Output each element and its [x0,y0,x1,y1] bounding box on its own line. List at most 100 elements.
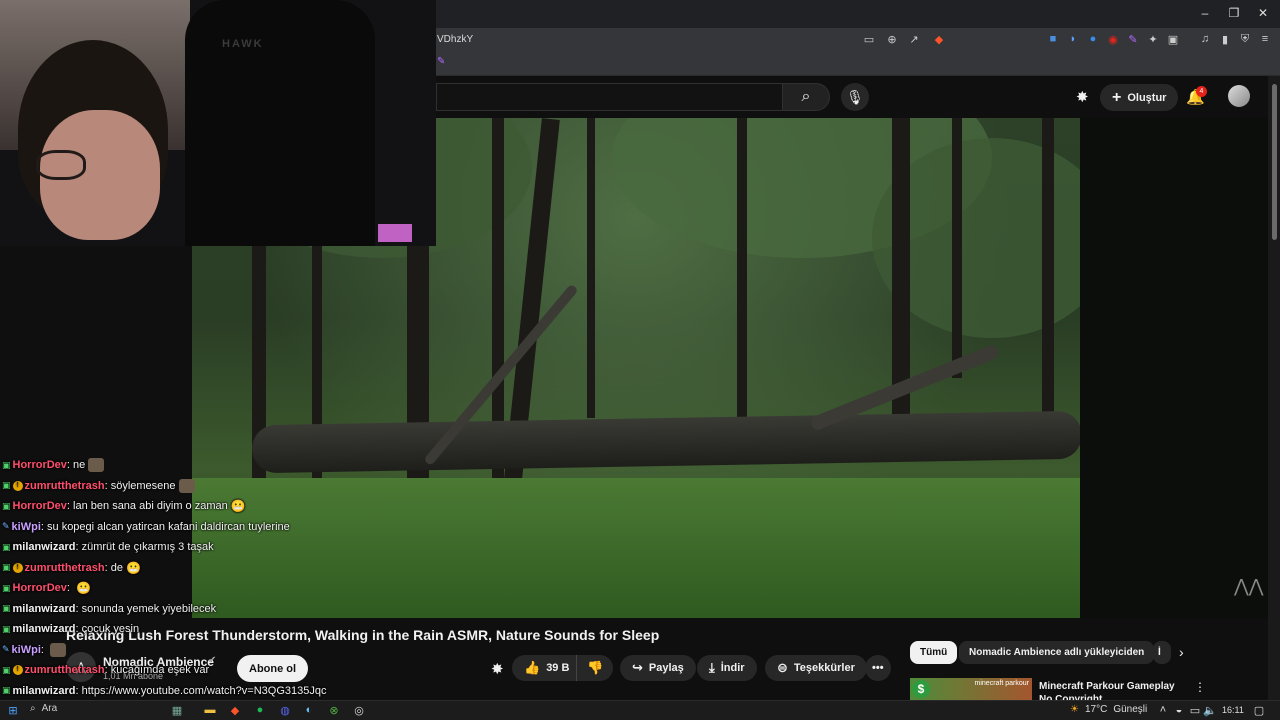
extensions-icon[interactable]: ✦ [1146,33,1160,46]
chat-username[interactable]: HorrorDev [13,582,67,594]
weather-label: Güneşli [1113,704,1148,715]
subscribe-button[interactable]: Abone ol [237,655,309,682]
chat-username[interactable]: HorrorDev [13,459,67,471]
chat-message: ▣ HorrorDev: ne [2,456,105,474]
brave-shield-icon[interactable]: ◆ [932,33,946,46]
chip-all[interactable]: Tümü [910,641,958,664]
spotify-icon[interactable]: ● [253,704,267,716]
tray-icon[interactable]: ◒ [1172,704,1186,716]
weather-widget[interactable]: ☀ 17°C Güneşli [1070,704,1147,715]
mic-icon: 🎙 [846,88,864,105]
chat-message: ✎ kiWpi: [2,641,67,659]
obs-icon[interactable]: ◎ [352,704,366,717]
cast-icon[interactable]: ▭ [862,33,876,46]
thumbs-down-icon: 👎 [587,660,604,675]
extension-icon[interactable]: ■ [1046,33,1060,45]
search-input[interactable] [436,83,782,111]
like-count: 39 B [546,662,570,674]
chat-username[interactable]: kiWpi [12,644,41,656]
extension-icon[interactable]: ◗ [1066,33,1080,45]
more-vertical-icon[interactable]: ⋮ [1194,680,1206,694]
chat-text: çocuk yesin [81,623,140,635]
windows-start-icon[interactable]: ⊞ [6,704,20,717]
file-explorer-icon[interactable]: ▬ [203,704,217,716]
bookmark-icon[interactable]: ✎ [437,56,445,67]
dislike-button[interactable]: 👎 [576,655,614,681]
network-icon[interactable]: ▭ [1188,704,1202,717]
sidebar-icon[interactable]: ▮ [1218,33,1232,46]
wallet-icon[interactable]: ▣ [1166,33,1180,46]
related-thumbnail[interactable]: $ minecraft parkour [910,678,1032,700]
chat-username[interactable]: kiWpi [12,521,41,533]
chat-separator: : [66,582,74,594]
thanks-button[interactable]: ⊜ Teşekkürler [765,655,867,681]
chevron-up-icon[interactable]: ˄ [1156,704,1170,716]
thumbnail-text: minecraft parkour [974,680,1029,687]
chip-from-uploader[interactable]: Nomadic Ambience adlı yükleyiciden [959,641,1155,664]
search-button[interactable]: ⌕ [782,83,830,111]
share-label: Paylaş [648,662,684,674]
chat-text: zümrüt de çıkarmış 3 taşak [81,541,214,553]
chat-badge-icon: ▣ [2,541,11,552]
gemini-ask-icon[interactable]: ✸ [491,660,504,678]
avatar[interactable] [1228,85,1250,107]
chat-badge-icon: ✎ [2,521,10,531]
chat-username[interactable]: zumrutthetrash [25,664,105,676]
chat-message: ▣! zumrutthetrash: söylemesene [2,477,195,495]
gaming-chair [185,0,375,246]
chat-badge-icon: ▣ [2,603,11,613]
chat-text[interactable]: https://www.youtube.com/watch?v=N3QG3135… [82,685,327,697]
widget-icon[interactable]: ▦ [170,704,184,717]
chip-more[interactable]: İ [1153,641,1171,664]
webcam-overlay: HAWK [0,0,436,246]
chat-emote [88,458,105,472]
temperature: 17°C [1084,704,1108,715]
chat-text: kucağımda eşek var [110,664,210,676]
menu-icon[interactable]: ≡ [1258,33,1272,45]
notification-center-icon[interactable]: ▢ [1252,704,1266,717]
download-label: İndir [720,662,745,674]
gemini-icon[interactable]: ✸ [1076,88,1089,106]
player-side-area [1080,118,1268,618]
brave-icon[interactable]: ◆ [228,704,242,717]
chat-username[interactable]: milanwizard [13,623,76,635]
url-text[interactable]: VDhzkY [437,34,473,45]
extension-icon[interactable]: ✎ [1126,33,1140,46]
xbox-icon[interactable]: ⊗ [327,704,341,717]
chat-badge-icon: ▣ [2,685,11,695]
chevron-right-icon[interactable]: › [1179,644,1184,660]
voice-search-button[interactable]: 🎙 [841,83,869,111]
chat-username[interactable]: milanwizard [13,685,76,697]
minimize-icon[interactable]: – [1190,6,1220,20]
chat-username[interactable]: zumrutthetrash [25,480,105,492]
chat-message: ▣! zumrutthetrash: kucağımda eşek var [2,661,209,679]
create-button[interactable]: + Oluştur [1100,84,1179,111]
discord-icon[interactable]: ◍ [278,704,292,717]
related-title[interactable]: Minecraft Parkour Gameplay No Copyright [1039,680,1189,700]
vpn-icon[interactable]: ⛨ [1238,33,1252,46]
like-button[interactable]: 👍 39 B [512,655,578,681]
maximize-icon[interactable]: ❐ [1219,6,1249,20]
steam-icon[interactable]: ◐ [302,704,316,716]
more-actions-button[interactable]: ••• [865,655,891,681]
chat-badge-icon: ▣ [2,459,11,470]
channel-watermark-icon[interactable]: ⋀⋀ [1234,576,1264,597]
ublock-icon[interactable]: ◉ [1106,33,1120,46]
share-button[interactable]: ↪ Paylaş [620,655,696,681]
zoom-icon[interactable]: ⊕ [885,33,899,46]
chat-username[interactable]: zumrutthetrash [25,562,105,574]
chat-username[interactable]: HorrorDev [13,500,67,512]
extension-icon[interactable]: ● [1086,33,1100,45]
taskbar-search[interactable]: ⌕ Ara [30,703,57,714]
chat-username[interactable]: milanwizard [13,541,76,553]
close-icon[interactable]: ✕ [1248,6,1278,20]
chat-message: ▣ milanwizard: https://www.youtube.com/wa… [2,682,326,700]
download-button[interactable]: ⤓ İndir [697,655,757,681]
volume-icon[interactable]: 🔈 [1203,704,1217,717]
scrollbar-thumb[interactable] [1272,84,1277,240]
share-icon[interactable]: ↗ [907,33,921,46]
chat-username[interactable]: milanwizard [13,603,76,615]
chat-text: söylemesene [110,479,176,492]
media-icon[interactable]: ♫ [1198,33,1212,45]
chat-badge-icon: ▣ [2,480,11,490]
